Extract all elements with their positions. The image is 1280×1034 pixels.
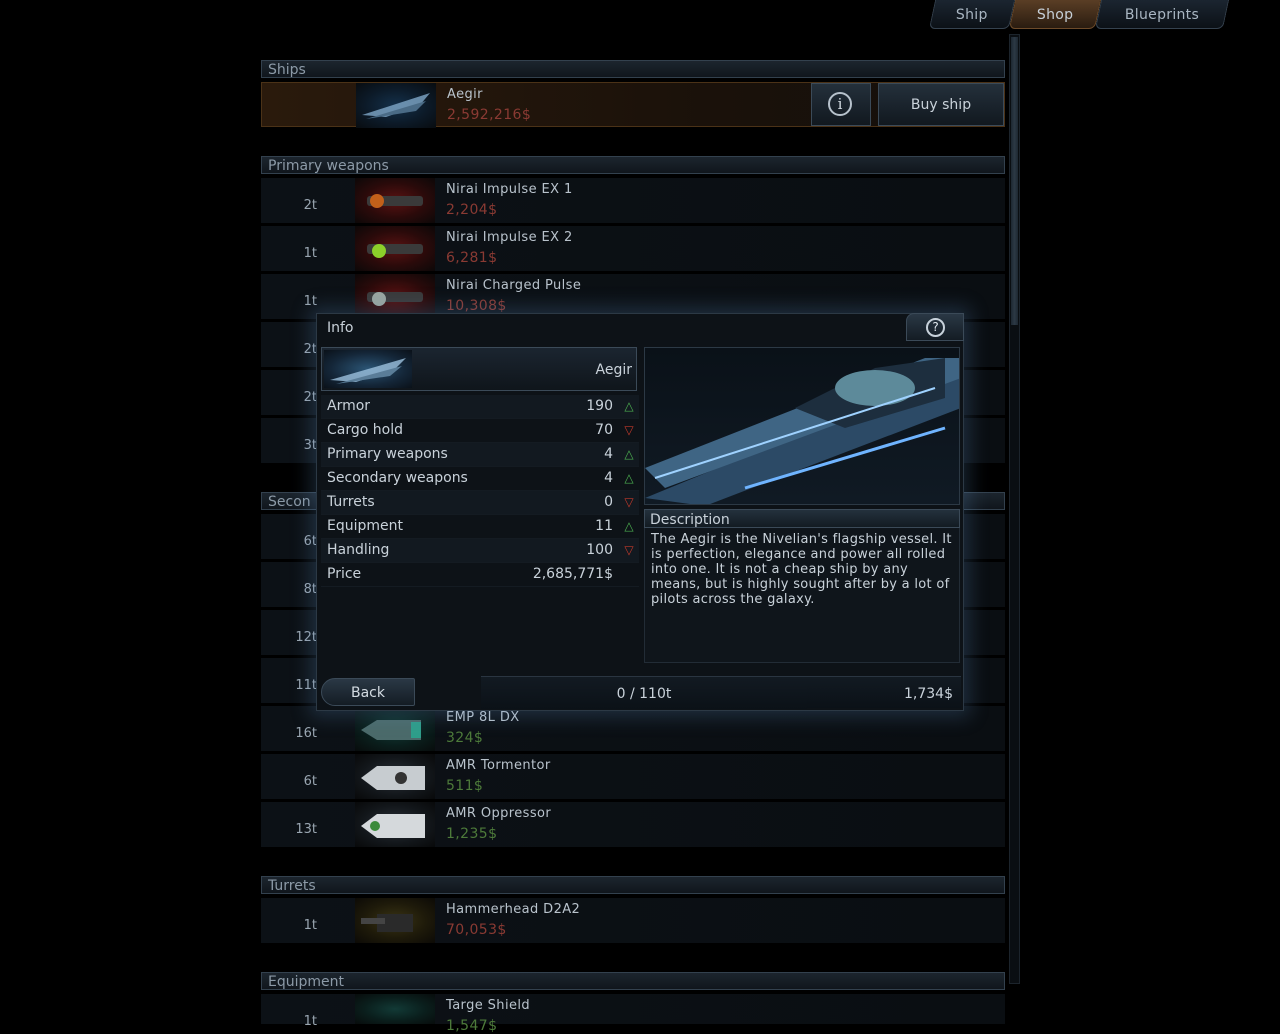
back-button[interactable]: Back	[321, 678, 415, 706]
item-price: 1,235$	[446, 826, 498, 842]
weapon-thumbnail	[355, 178, 435, 223]
list-scrollbar[interactable]	[1009, 34, 1020, 984]
item-name: Nirai Charged Pulse	[446, 278, 582, 293]
item-name: AMR Tormentor	[446, 758, 551, 773]
item-tonnage: 11t	[295, 678, 317, 693]
item-tonnage: 2t	[303, 390, 317, 405]
item-tonnage: 1t	[303, 918, 317, 933]
dialog-title: Info	[327, 320, 354, 336]
item-name: Nirai Impulse EX 2	[446, 230, 573, 245]
item-tonnage: 13t	[295, 822, 317, 837]
item-tonnage: 8t	[303, 582, 317, 597]
trend-up-icon: △	[624, 447, 634, 461]
item-name: EMP 8L DX	[446, 710, 520, 725]
section-header-turrets: Turrets	[261, 876, 1005, 894]
stat-primary-weapons: Primary weapons 4 △	[321, 443, 639, 467]
info-dialog: Info ? Aegir Armor 190 △ Cargo hold 70 ▽ Pri…	[316, 313, 964, 711]
item-name: AMR Oppressor	[446, 806, 552, 821]
missile-thumbnail	[355, 802, 435, 847]
list-item[interactable]: 2t Nirai Impulse EX 1 2,204$	[261, 178, 1005, 223]
scrollbar-thumb[interactable]	[1011, 37, 1018, 325]
item-tonnage: 1t	[303, 246, 317, 261]
section-header-primary-weapons: Primary weapons	[261, 156, 1005, 174]
missile-thumbnail	[355, 706, 435, 751]
list-item[interactable]: 13t AMR Oppressor 1,235$	[261, 802, 1005, 847]
trend-down-icon: ▽	[624, 543, 634, 557]
item-tonnage: 6t	[303, 534, 317, 549]
stat-price: Price 2,685,771$	[321, 563, 639, 587]
item-price: 324$	[446, 730, 484, 746]
missile-thumbnail	[355, 754, 435, 799]
ship-description: The Aegir is the Nivelian's flagship ves…	[644, 528, 960, 663]
trend-up-icon: △	[624, 471, 634, 485]
list-item[interactable]: 1t Targe Shield 1,547$	[261, 994, 1005, 1034]
section-header-equipment: Equipment	[261, 972, 1005, 990]
tab-shop[interactable]: Shop	[1008, 0, 1102, 29]
stat-handling: Handling 100 ▽	[321, 539, 639, 563]
item-price: 1,547$	[446, 1018, 498, 1034]
ship-stats-table: Armor 190 △ Cargo hold 70 ▽ Primary weapons 4…	[321, 395, 639, 587]
equipment-thumbnail	[355, 994, 435, 1024]
buy-ship-button[interactable]: Buy ship	[878, 83, 1004, 126]
ship-name: Aegir	[595, 362, 632, 378]
item-price: 10,308$	[446, 298, 507, 314]
stat-equipment: Equipment 11 △	[321, 515, 639, 539]
ship-preview-image	[644, 347, 960, 505]
item-name: Nirai Impulse EX 1	[446, 182, 573, 197]
item-tonnage: 16t	[295, 726, 317, 741]
trend-down-icon: ▽	[624, 423, 634, 437]
item-price: 70,053$	[446, 922, 507, 938]
list-item[interactable]: 6t AMR Tormentor 511$	[261, 754, 1005, 799]
ship-thumbnail	[324, 350, 412, 388]
item-tonnage: 1t	[303, 294, 317, 309]
stat-secondary-weapons: Secondary weapons 4 △	[321, 467, 639, 491]
trend-down-icon: ▽	[624, 495, 634, 509]
item-tonnage: 2t	[303, 198, 317, 213]
stat-armor: Armor 190 △	[321, 395, 639, 419]
player-credits: 1,734$	[807, 676, 961, 708]
description-header: Description	[644, 509, 960, 528]
list-item[interactable]: 16t EMP 8L DX 324$	[261, 706, 1005, 751]
tab-ship[interactable]: Ship	[928, 0, 1016, 29]
ship-row-aegir[interactable]: Aegir 2,592,216$ i Buy ship	[261, 82, 1005, 128]
item-name: Targe Shield	[446, 998, 531, 1013]
item-price: 2,204$	[446, 202, 498, 218]
item-price: 6,281$	[446, 250, 498, 266]
turret-thumbnail	[355, 898, 435, 943]
trend-up-icon: △	[624, 519, 634, 533]
item-name: Hammerhead D2A2	[446, 902, 581, 917]
help-button[interactable]: ?	[906, 313, 964, 341]
stat-cargo-hold: Cargo hold 70 ▽	[321, 419, 639, 443]
cargo-capacity: 0 / 110t	[481, 676, 807, 709]
ship-price: 2,592,216$	[447, 107, 532, 123]
item-tonnage: 2t	[303, 342, 317, 357]
item-tonnage: 3t	[303, 438, 317, 453]
ship-card: Aegir	[321, 347, 637, 391]
info-icon: i	[828, 92, 852, 116]
help-icon: ?	[926, 318, 945, 337]
list-item[interactable]: 1t Nirai Impulse EX 2 6,281$	[261, 226, 1005, 271]
dialog-footer: Back 0 / 110t 1,734$	[321, 676, 961, 709]
tab-blueprints[interactable]: Blueprints	[1094, 0, 1230, 29]
section-header-ships: Ships	[261, 60, 1005, 78]
item-tonnage: 12t	[295, 630, 317, 645]
list-item[interactable]: 1t Hammerhead D2A2 70,053$	[261, 898, 1005, 943]
item-tonnage: 6t	[303, 774, 317, 789]
stat-turrets: Turrets 0 ▽	[321, 491, 639, 515]
item-tonnage: 1t	[303, 1014, 317, 1029]
weapon-thumbnail	[355, 226, 435, 271]
item-price: 511$	[446, 778, 484, 794]
info-button[interactable]: i	[811, 83, 871, 126]
trend-up-icon: △	[624, 399, 634, 413]
ship-name: Aegir	[447, 87, 483, 102]
ship-thumbnail	[356, 83, 436, 128]
